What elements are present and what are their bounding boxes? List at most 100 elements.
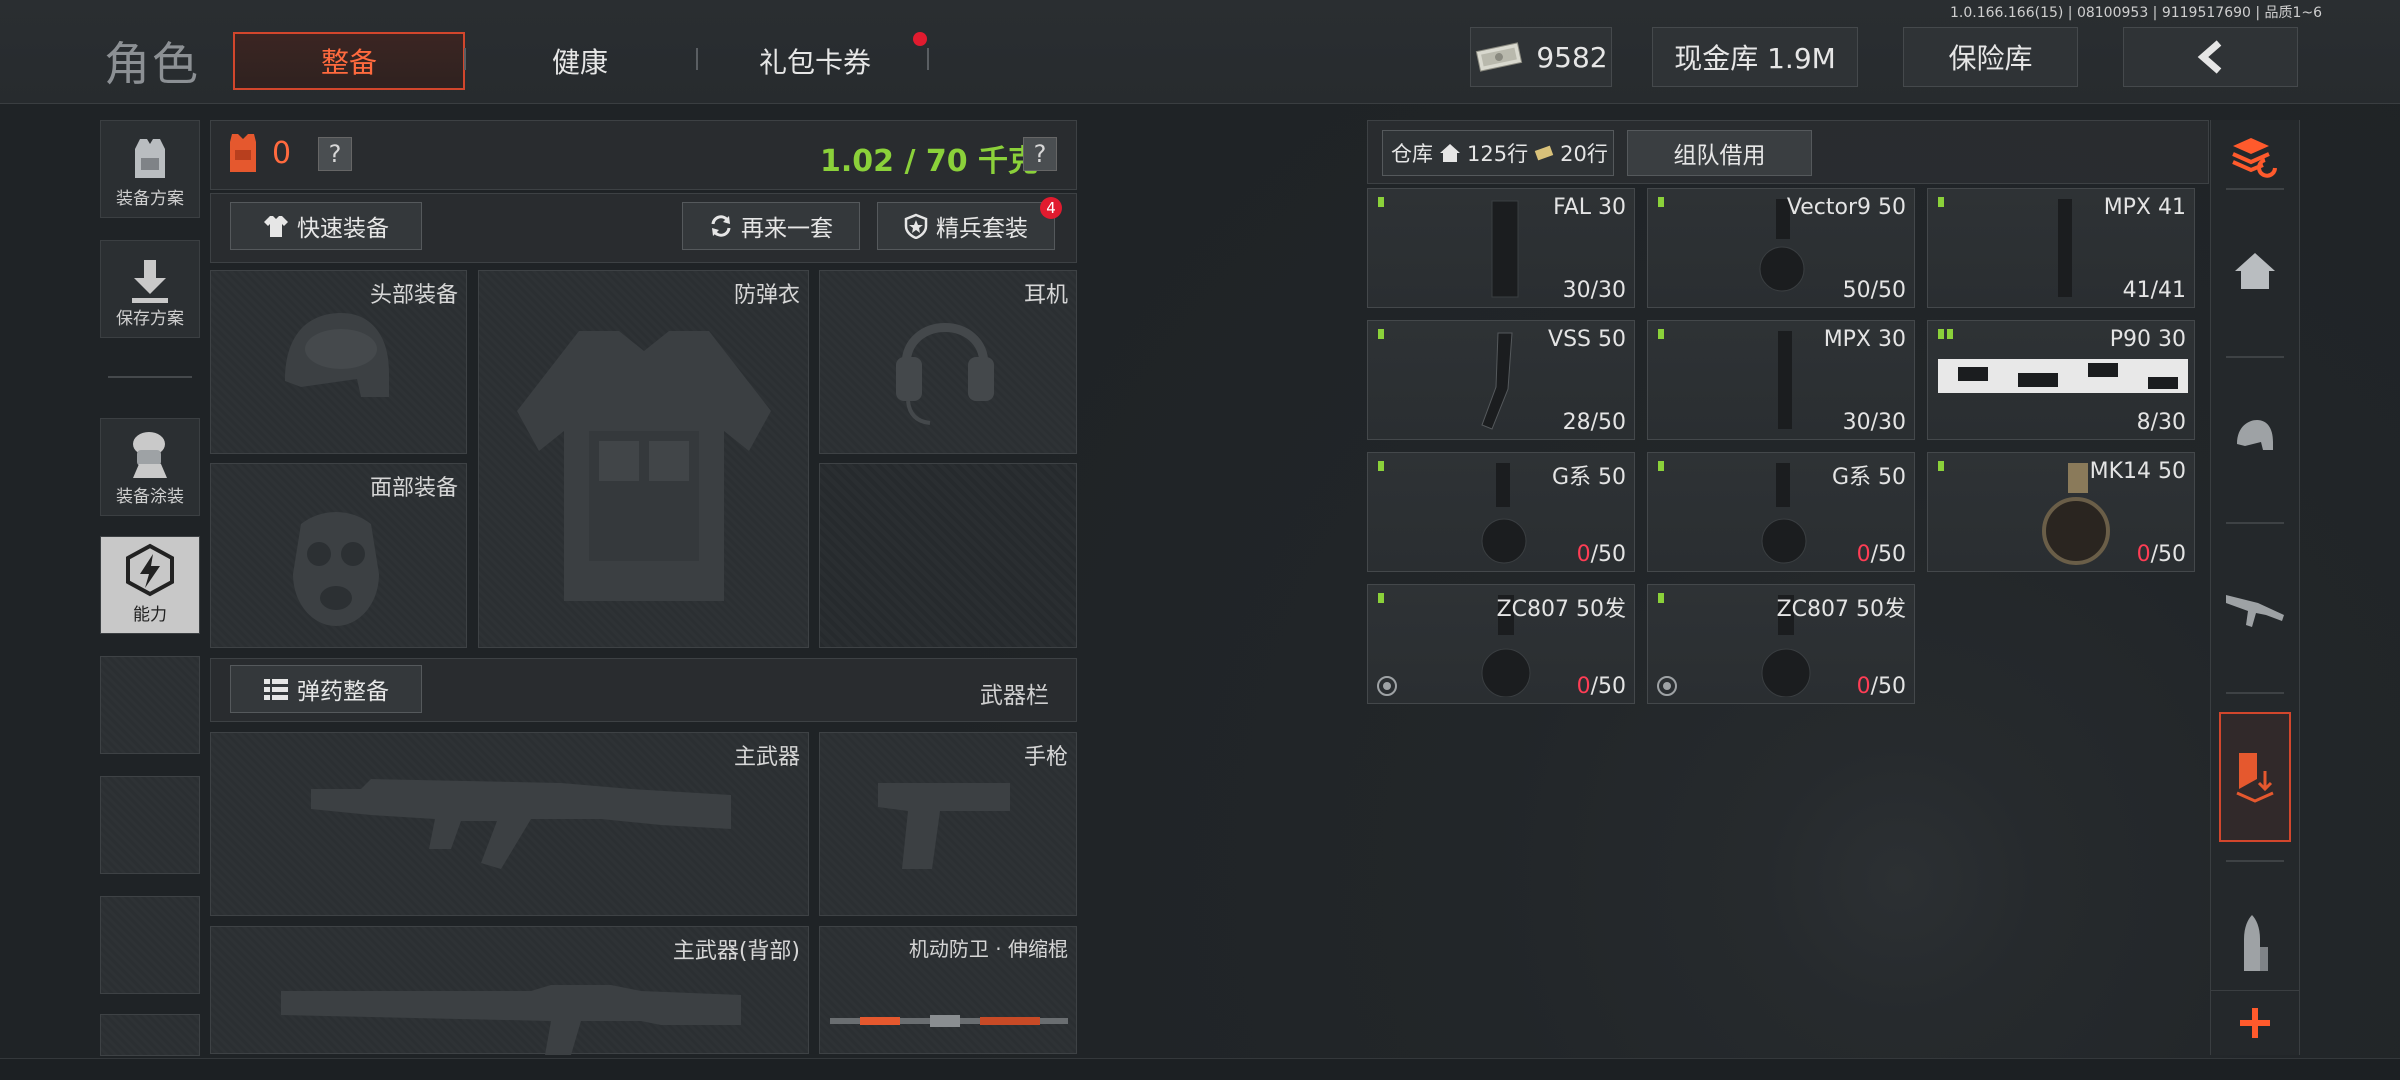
item-name: G系 50	[1551, 465, 1626, 490]
download-icon	[132, 260, 168, 303]
quality-mark	[1938, 461, 1944, 471]
currency-display[interactable]: 9582	[1470, 27, 1612, 87]
item-count-current: 0	[1576, 542, 1591, 567]
helmet-icon	[285, 313, 389, 397]
warehouse-item[interactable]: G系 50 0/50	[1367, 452, 1635, 572]
tab-gift-label: 礼包卡券	[758, 46, 871, 79]
weight-help-icon[interactable]: ?	[1023, 137, 1057, 171]
warehouse-item[interactable]: VSS 50 28/50	[1367, 320, 1635, 440]
ammo-tab-active[interactable]	[2219, 712, 2291, 842]
item-count: 50/50	[1843, 278, 1906, 303]
warehouse-item[interactable]: FAL 30 30/30	[1367, 188, 1635, 308]
item-count-max: /50	[1870, 674, 1906, 699]
armor-slot-label: 防弹衣	[733, 283, 800, 308]
elite-set-button[interactable]: 精兵套装	[877, 202, 1055, 250]
help-icon[interactable]: ?	[318, 137, 352, 171]
sidebar-separator	[2226, 692, 2284, 694]
item-count-current: 0	[1856, 542, 1871, 567]
bullet-icon	[2244, 915, 2268, 971]
lightning-badge-icon	[126, 543, 174, 597]
item-count: 0/50	[2137, 542, 2186, 567]
refresh-icon	[711, 215, 731, 237]
primary-weapon-slot[interactable]: 主武器	[210, 732, 809, 916]
quick-equip-button[interactable]: 快速装备	[230, 202, 422, 250]
tab-equip[interactable]: 整备	[233, 32, 465, 90]
sidebar-divider	[108, 376, 192, 378]
item-count: 28/50	[1563, 410, 1626, 435]
item-count-max: /50	[2150, 542, 2186, 567]
gear-paint-button[interactable]: 装备涂装	[100, 418, 200, 516]
empty-gear-slot[interactable]	[819, 463, 1077, 648]
warehouse-tab[interactable]: 仓库 125行 20行	[1382, 130, 1614, 176]
item-count-max: /41	[2150, 278, 2186, 303]
notification-dot	[913, 32, 927, 46]
weapon-tab[interactable]	[2222, 576, 2288, 642]
helmet-tab[interactable]	[2222, 404, 2288, 470]
stack-refresh-icon	[2232, 138, 2277, 178]
again-one-set-button[interactable]: 再来一套	[682, 202, 860, 250]
elite-set-badge: 4	[1040, 197, 1062, 219]
headset-slot[interactable]: 耳机	[819, 270, 1077, 454]
tab-gift-coupons[interactable]: 礼包卡券	[705, 32, 925, 90]
primary-back-slot[interactable]: 主武器(背部)	[210, 926, 809, 1055]
item-name: Vector9 50	[1786, 195, 1906, 220]
item-count: 8/30	[2137, 410, 2186, 435]
save-plan-label: 保存方案	[116, 309, 184, 329]
item-count-current: 50	[1842, 278, 1871, 303]
gas-mask-icon	[293, 512, 379, 626]
ammo-equip-button[interactable]: 弹药整备	[230, 665, 422, 713]
item-count-current: 0	[2136, 542, 2151, 567]
warehouse-item[interactable]: G系 50 0/50	[1647, 452, 1915, 572]
warehouse-item[interactable]: ZC807 50发 0/50	[1367, 584, 1635, 704]
item-name: ZC807 50发	[1496, 597, 1626, 622]
insurance-vault-button[interactable]: 保险库	[1903, 27, 2078, 87]
add-button[interactable]	[2210, 990, 2300, 1054]
warehouse-item[interactable]: MPX 41 41/41	[1927, 188, 2195, 308]
item-count-current: 0	[1576, 674, 1591, 699]
home-tab[interactable]	[2222, 238, 2288, 304]
item-count: 30/30	[1563, 278, 1626, 303]
insured-badge-icon	[1657, 676, 1677, 696]
loadout-plan-button[interactable]: 装备方案	[100, 120, 200, 218]
warehouse-rows-home: 125行	[1467, 142, 1529, 166]
item-name: MPX 30	[1823, 327, 1906, 352]
warehouse-item[interactable]: P90 30 8/30	[1927, 320, 2195, 440]
bullet-tab[interactable]	[2222, 910, 2288, 976]
home-small-icon	[1440, 144, 1460, 162]
ammo-list-icon	[264, 679, 288, 700]
loadout-plan-label: 装备方案	[116, 189, 184, 209]
save-plan-button[interactable]: 保存方案	[100, 240, 200, 338]
sidebar-separator	[2226, 188, 2284, 190]
melee-slot[interactable]: 机动防卫 · 伸缩棍	[819, 926, 1077, 1054]
vest-icon	[135, 139, 165, 178]
back-button[interactable]	[2123, 27, 2298, 87]
empty-side-slot	[100, 896, 200, 994]
pistol-slot[interactable]: 手枪	[819, 732, 1077, 916]
warehouse-item[interactable]: MPX 30 30/30	[1647, 320, 1915, 440]
warehouse-rows-ticket: 20行	[1560, 142, 1608, 166]
ability-button[interactable]: 能力	[100, 536, 200, 634]
quality-mark	[1658, 593, 1664, 603]
armor-count: 0	[272, 136, 292, 171]
sort-refresh-button[interactable]	[2222, 122, 2288, 188]
tab-health-label: 健康	[551, 46, 608, 79]
item-count-max: /50	[1590, 410, 1626, 435]
weight-value: 1.02 / 70 千克	[820, 144, 1039, 179]
warehouse-item[interactable]: Vector9 50 50/50	[1647, 188, 1915, 308]
tab-divider	[927, 48, 929, 70]
team-borrow-tab[interactable]: 组队借用	[1627, 130, 1812, 176]
headset-slot-label: 耳机	[1023, 283, 1068, 308]
head-slot[interactable]: 头部装备	[210, 270, 467, 454]
armor-slot[interactable]: 防弹衣	[478, 270, 809, 648]
sidebar-separator	[2226, 860, 2284, 862]
cash-vault-button[interactable]: 现金库 1.9M	[1652, 27, 1858, 87]
face-slot[interactable]: 面部装备	[210, 463, 467, 648]
tab-health[interactable]: 健康	[470, 32, 690, 90]
primary-weapon-label: 主武器	[733, 745, 800, 770]
item-count: 30/30	[1843, 410, 1906, 435]
warehouse-item[interactable]: MK14 50 0/50	[1927, 452, 2195, 572]
item-count: 0/50	[1857, 542, 1906, 567]
warehouse-item[interactable]: ZC807 50发 0/50	[1647, 584, 1915, 704]
insurance-vault-label: 保险库	[1948, 42, 2033, 75]
item-count-current: 28	[1562, 410, 1591, 435]
